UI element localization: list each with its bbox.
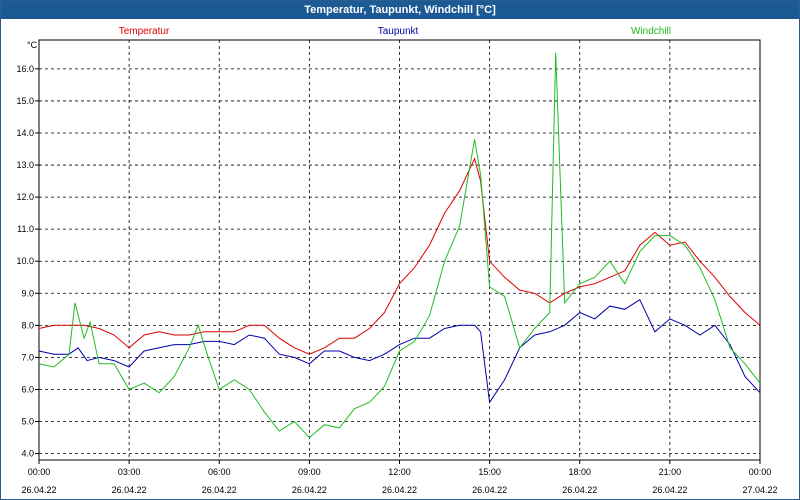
x-axis: 00:00 26.04.22 03:00 26.04.22 06:00 26.04.22 0…: [21, 460, 778, 495]
y-tick-label: 7.0: [21, 352, 34, 362]
x-tick-time-label: 00:00: [749, 467, 772, 477]
y-tick-label: 4.0: [21, 449, 34, 459]
x-tick-time-label: 00:00: [28, 467, 51, 477]
x-tick-date-label: 26.04.22: [112, 485, 147, 495]
x-tick-date-label: 26.04.22: [292, 485, 327, 495]
legend: Temperatur Taupunkt Windchill: [119, 26, 671, 37]
x-tick-date-label: 26.04.22: [382, 485, 417, 495]
x-tick-time-label: 21:00: [659, 467, 682, 477]
x-tick-time-label: 03:00: [118, 467, 141, 477]
x-tick-date-label: 26.04.22: [652, 485, 687, 495]
legend-entry-windchill: Windchill: [631, 26, 671, 37]
y-tick-label: 5.0: [21, 417, 34, 427]
y-tick-label: 14.0: [16, 128, 34, 138]
legend-entry-temperatur: Temperatur: [119, 26, 170, 37]
y-axis: 4.0 5.0 6.0 7.0 8.0 9.0 10.0 11.0 12.0 13.0 14.0 15…: [16, 64, 39, 459]
x-tick-time-label: 09:00: [298, 467, 321, 477]
legend-entry-taupunkt: Taupunkt: [378, 26, 419, 37]
y-axis-unit-label: °C: [27, 40, 38, 50]
x-tick-date-label: 26.04.22: [21, 485, 56, 495]
y-tick-label: 8.0: [21, 320, 34, 330]
y-tick-label: 6.0: [21, 384, 34, 394]
window-title: Temperatur, Taupunkt, Windchill [°C]: [1, 1, 799, 19]
x-tick-time-label: 06:00: [208, 467, 231, 477]
y-tick-label: 10.0: [16, 256, 34, 266]
x-tick-time-label: 18:00: [568, 467, 591, 477]
y-tick-label: 9.0: [21, 288, 34, 298]
x-tick-date-label: 26.04.22: [472, 485, 507, 495]
chart-window: Temperatur, Taupunkt, Windchill [°C] °C …: [0, 0, 800, 500]
x-tick-date-label: 26.04.22: [202, 485, 237, 495]
x-tick-date-label: 26.04.22: [562, 485, 597, 495]
chart-area: °C Temperatur Taupunkt Windchill 4.0 5.0 6.0…: [16, 26, 778, 495]
x-tick-time-label: 12:00: [388, 467, 411, 477]
y-tick-label: 13.0: [16, 160, 34, 170]
y-tick-label: 15.0: [16, 96, 34, 106]
y-tick-label: 12.0: [16, 192, 34, 202]
x-tick-time-label: 15:00: [478, 467, 501, 477]
y-tick-label: 11.0: [17, 224, 34, 234]
y-tick-label: 16.0: [16, 64, 34, 74]
x-tick-date-label: 27.04.22: [742, 485, 777, 495]
